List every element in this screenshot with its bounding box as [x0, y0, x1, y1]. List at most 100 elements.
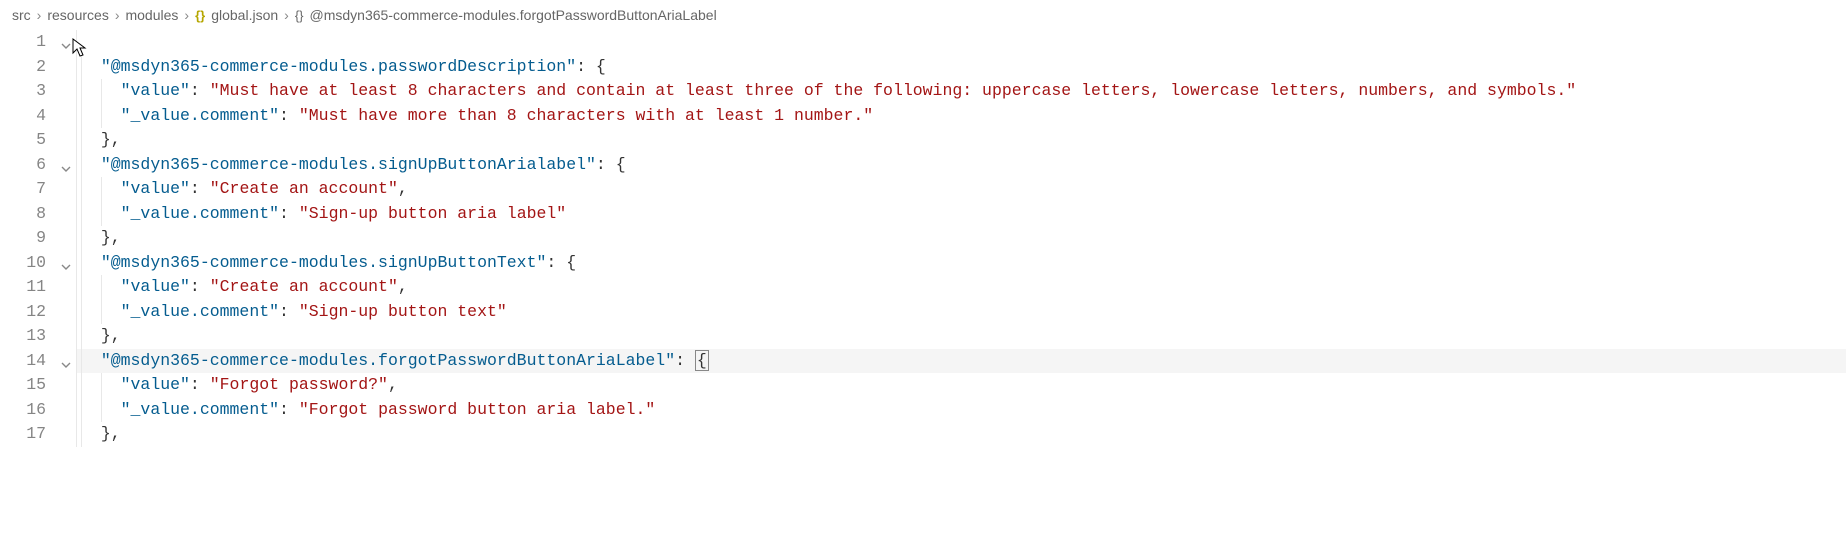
line-number: 2 — [0, 55, 46, 80]
breadcrumb-item-src[interactable]: src — [12, 7, 31, 23]
token-key: "value" — [121, 277, 190, 296]
code-line[interactable]: "@msdyn365-commerce-modules.forgotPasswo… — [77, 349, 1846, 374]
code-line[interactable]: }, — [77, 422, 1846, 447]
line-number: 11 — [0, 275, 46, 300]
code-line[interactable]: "value": "Forgot password?", — [77, 373, 1846, 398]
line-number: 9 — [0, 226, 46, 251]
token-key: "_value.comment" — [121, 106, 279, 125]
line-number: 13 — [0, 324, 46, 349]
token-punc: : — [190, 179, 210, 198]
line-number-gutter: 1234567891011121314151617 — [0, 30, 56, 447]
chevron-right-icon: › — [184, 7, 189, 23]
token-punc: : — [675, 351, 695, 370]
token-punc: , — [398, 179, 408, 198]
line-number: 3 — [0, 79, 46, 104]
fold-toggle[interactable] — [56, 30, 76, 55]
line-number: 6 — [0, 153, 46, 178]
code-line[interactable]: "value": "Create an account", — [77, 275, 1846, 300]
chevron-down-icon[interactable] — [60, 159, 72, 171]
token-punc: : { — [576, 57, 606, 76]
code-line[interactable] — [77, 30, 1846, 55]
breadcrumb-item-resources[interactable]: resources — [47, 7, 108, 23]
fold-toggle — [56, 324, 76, 349]
code-line[interactable]: "@msdyn365-commerce-modules.signUpButton… — [77, 153, 1846, 178]
code-line[interactable]: }, — [77, 128, 1846, 153]
token-str: "Must have at least 8 characters and con… — [210, 81, 1576, 100]
fold-toggle — [56, 79, 76, 104]
token-punc: : — [279, 106, 299, 125]
line-number: 10 — [0, 251, 46, 276]
token-cursor: { — [695, 350, 709, 371]
code-line[interactable]: }, — [77, 226, 1846, 251]
token-str: "Forgot password button aria label." — [299, 400, 655, 419]
token-key: "value" — [121, 375, 190, 394]
token-key: "value" — [121, 81, 190, 100]
code-line[interactable]: "_value.comment": "Must have more than 8… — [77, 104, 1846, 129]
fold-toggle[interactable] — [56, 251, 76, 276]
line-number: 8 — [0, 202, 46, 227]
fold-toggle — [56, 300, 76, 325]
token-punc: : — [279, 400, 299, 419]
token-punc: }, — [101, 228, 121, 247]
line-number: 7 — [0, 177, 46, 202]
code-line[interactable]: "_value.comment": "Forgot password butto… — [77, 398, 1846, 423]
code-line[interactable]: "_value.comment": "Sign-up button aria l… — [77, 202, 1846, 227]
token-punc: : { — [596, 155, 626, 174]
fold-toggle — [56, 55, 76, 80]
token-punc: }, — [101, 130, 121, 149]
token-key: "value" — [121, 179, 190, 198]
token-str: "Must have more than 8 characters with a… — [299, 106, 873, 125]
code-line[interactable]: "value": "Must have at least 8 character… — [77, 79, 1846, 104]
fold-toggle — [56, 398, 76, 423]
token-str: "Create an account" — [210, 277, 398, 296]
code-line[interactable]: "_value.comment": "Sign-up button text" — [77, 300, 1846, 325]
token-punc: : — [190, 81, 210, 100]
chevron-right-icon: › — [115, 7, 120, 23]
fold-toggle — [56, 373, 76, 398]
line-number: 4 — [0, 104, 46, 129]
code-line[interactable]: "@msdyn365-commerce-modules.signUpButton… — [77, 251, 1846, 276]
token-key: "@msdyn365-commerce-modules.passwordDesc… — [101, 57, 576, 76]
fold-toggle — [56, 128, 76, 153]
fold-toggle — [56, 202, 76, 227]
fold-toggle — [56, 226, 76, 251]
object-icon: {} — [295, 8, 304, 23]
token-str: "Sign-up button text" — [299, 302, 507, 321]
fold-toggle[interactable] — [56, 349, 76, 374]
breadcrumb-item-symbol[interactable]: @msdyn365-commerce-modules.forgotPasswor… — [310, 7, 717, 23]
breadcrumb-item-modules[interactable]: modules — [125, 7, 178, 23]
fold-toggle — [56, 422, 76, 447]
line-number: 1 — [0, 30, 46, 55]
token-str: "Create an account" — [210, 179, 398, 198]
token-key: "_value.comment" — [121, 302, 279, 321]
token-key: "@msdyn365-commerce-modules.forgotPasswo… — [101, 351, 675, 370]
code-line[interactable]: "value": "Create an account", — [77, 177, 1846, 202]
chevron-down-icon[interactable] — [60, 36, 72, 48]
line-number: 5 — [0, 128, 46, 153]
code-editor[interactable]: 1234567891011121314151617 "@msdyn365-com… — [0, 30, 1846, 447]
token-punc: }, — [101, 326, 121, 345]
line-number: 14 — [0, 349, 46, 374]
line-number: 17 — [0, 422, 46, 447]
chevron-down-icon[interactable] — [60, 355, 72, 367]
chevron-down-icon[interactable] — [60, 257, 72, 269]
token-punc: }, — [101, 424, 121, 443]
token-str: "Forgot password?" — [210, 375, 388, 394]
token-str: "Sign-up button aria label" — [299, 204, 566, 223]
fold-toggle — [56, 275, 76, 300]
code-line[interactable]: "@msdyn365-commerce-modules.passwordDesc… — [77, 55, 1846, 80]
token-punc: : { — [546, 253, 576, 272]
token-key: "@msdyn365-commerce-modules.signUpButton… — [101, 253, 547, 272]
token-punc: , — [388, 375, 398, 394]
line-number: 12 — [0, 300, 46, 325]
code-content[interactable]: "@msdyn365-commerce-modules.passwordDesc… — [76, 30, 1846, 447]
line-number: 15 — [0, 373, 46, 398]
token-key: "_value.comment" — [121, 204, 279, 223]
chevron-right-icon: › — [284, 7, 289, 23]
fold-toggle[interactable] — [56, 153, 76, 178]
json-icon: {} — [195, 8, 205, 23]
fold-gutter — [56, 30, 76, 447]
breadcrumb-item-file[interactable]: global.json — [211, 7, 278, 23]
fold-toggle — [56, 177, 76, 202]
code-line[interactable]: }, — [77, 324, 1846, 349]
